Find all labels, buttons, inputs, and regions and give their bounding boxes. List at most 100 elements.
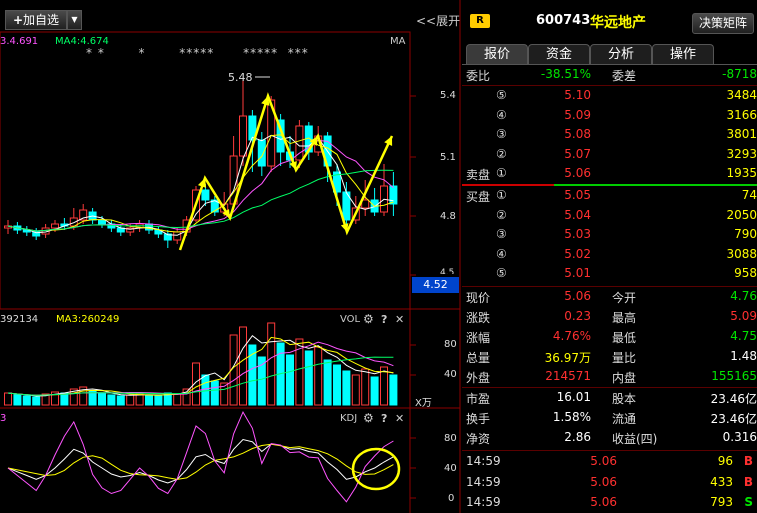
sell-level-row: ⑤ 5.10 3484: [462, 86, 757, 106]
stat-value: 214571: [545, 369, 591, 383]
kdj-axis-label: 80: [444, 433, 457, 444]
volume-bar: [145, 394, 153, 406]
volume-bar: [13, 394, 22, 406]
stat-value: 2.86: [564, 430, 591, 444]
help-icon[interactable]: ?: [381, 313, 387, 326]
stat-label: 总量: [466, 351, 491, 365]
candle-body: [257, 139, 266, 167]
stat-value: 155165: [711, 369, 757, 383]
quote-stat-row: 总量 36.97万 量比 1.48: [462, 347, 757, 367]
volume-bar: [126, 394, 135, 406]
add-watchlist-label: 加自选: [23, 13, 60, 27]
price-axis-label: 4.8: [440, 211, 456, 222]
sell-volume: 3166: [726, 107, 757, 122]
trend-annotation: [178, 92, 394, 251]
decision-matrix-button[interactable]: 决策矩阵: [692, 13, 754, 34]
tab-operation[interactable]: 操作: [652, 44, 714, 64]
trade-side: B: [743, 474, 753, 489]
vol-unit-label: X万: [415, 398, 432, 409]
tab-quote[interactable]: 报价: [466, 44, 528, 64]
level-index: ⑤: [496, 88, 507, 102]
fundamental-row: 换手 1.58% 流通 23.46亿: [462, 408, 757, 428]
volume-bar: [361, 368, 370, 406]
signal-star-marks: * * * ***** ***** ***: [86, 46, 309, 60]
stat-value: 1.58%: [552, 410, 591, 424]
tab-analysis[interactable]: 分析: [590, 44, 652, 64]
volume-bar: [380, 366, 388, 406]
vol-axis-label: 40: [444, 369, 457, 380]
volume-bar: [239, 326, 247, 406]
volume-bar: [351, 374, 360, 406]
vol-indicator-name[interactable]: VOL: [340, 314, 360, 325]
buy-volume: 790: [734, 227, 757, 242]
stat-label: 换手: [466, 412, 491, 426]
sell-price: 5.09: [564, 107, 591, 122]
stat-value: 16.01: [556, 390, 591, 404]
kdj-d-line: [7, 443, 394, 480]
buy-volume: 74: [741, 188, 757, 202]
ma-tag: MA: [390, 36, 406, 47]
vol-value: 392134: [0, 314, 39, 325]
sell-level-row: 卖盘 ① 5.06 1935: [462, 164, 757, 184]
sell-volume: 3484: [726, 88, 757, 102]
trade-side: B: [743, 454, 753, 468]
sell-price: 5.06: [564, 166, 591, 181]
sell-volume: 3293: [726, 146, 757, 161]
kdj-value: 3: [0, 413, 7, 424]
tick-trade-row: 14:59 5.06 433 B: [462, 472, 757, 493]
gear-icon[interactable]: ⚙: [363, 411, 374, 425]
stat-value: 5.06: [564, 289, 591, 303]
buy-price: 5.03: [564, 227, 591, 242]
volume-bar: [135, 393, 144, 406]
buy-price: 5.04: [564, 207, 591, 222]
trade-time: 14:59: [466, 474, 501, 489]
trade-price: 5.06: [590, 474, 617, 489]
arrow-head: [197, 178, 207, 188]
tab-fund[interactable]: 资金: [528, 44, 590, 64]
stat-label: 现价: [466, 291, 491, 305]
volume-bar: [98, 392, 106, 406]
wei-bi-value: -38.51%: [540, 67, 591, 81]
volume-bar: [342, 370, 351, 406]
stat-label: 涨跌: [466, 311, 491, 325]
kdj-axis-label: 40: [444, 463, 457, 474]
level-index: ⑤: [496, 266, 507, 281]
wei-cha-value: -8718: [722, 67, 757, 81]
volume-bar: [22, 395, 31, 406]
level-index: ③: [496, 127, 507, 142]
buy-level-row: 买盘 ① 5.05 74: [462, 186, 757, 206]
stat-value: 0.316: [722, 430, 757, 444]
stat-label: 涨幅: [466, 331, 491, 345]
buy-volume: 2050: [726, 207, 757, 222]
quote-stat-row: 现价 5.06 今开 4.76: [462, 287, 757, 307]
help-icon[interactable]: ?: [381, 412, 387, 425]
candle-body: [389, 185, 398, 205]
volume-bar: [154, 395, 163, 406]
tick-trade-row: 14:59 5.06 793 S: [462, 492, 757, 513]
expand-panel-link[interactable]: <<展开: [416, 12, 460, 29]
trade-side: S: [744, 495, 753, 509]
volume-bar: [370, 376, 379, 406]
volume-bar: [107, 394, 116, 406]
close-icon[interactable]: ✕: [395, 313, 404, 326]
candle-body: [51, 223, 59, 229]
kdj-indicator-name[interactable]: KDJ: [340, 413, 357, 424]
buy-level-row: ② 5.04 2050: [462, 206, 757, 226]
watchlist-dropdown-button[interactable]: ▼: [67, 10, 82, 30]
buy-price: 5.02: [564, 246, 591, 261]
chevron-down-icon: ▼: [71, 15, 78, 24]
add-watchlist-button[interactable]: +加自选: [5, 10, 67, 30]
stat-label: 量比: [612, 351, 637, 365]
candle-body: [201, 189, 210, 201]
level-index: ④: [496, 107, 507, 122]
gear-icon[interactable]: ⚙: [363, 312, 374, 326]
r-badge: R: [470, 14, 490, 28]
close-icon[interactable]: ✕: [395, 412, 404, 425]
stat-value: 36.97万: [544, 351, 591, 365]
level-index: ②: [496, 146, 507, 161]
price-axis-label: 4.5: [440, 268, 455, 274]
level-index: ①: [496, 166, 507, 181]
stat-label: 最低: [612, 331, 637, 345]
buy-price: 5.01: [564, 266, 591, 281]
buy-volume: 958: [734, 266, 757, 281]
